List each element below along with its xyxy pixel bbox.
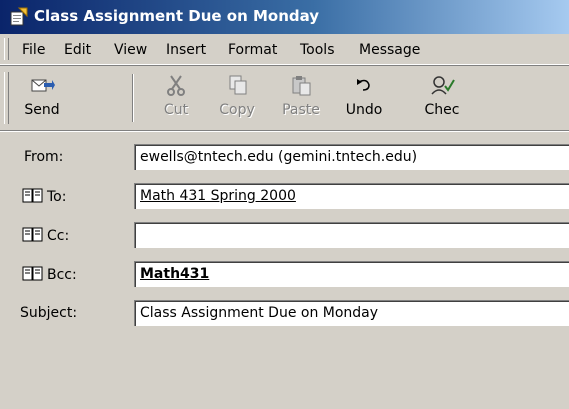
address-book-icon [22, 266, 43, 281]
bcc-value[interactable]: Math431 [140, 266, 209, 282]
bcc-field[interactable]: Math431 [134, 261, 569, 287]
message-header: From: ewells@tntech.edu (gemini.tntech.e… [0, 131, 569, 409]
menu-view[interactable]: View [114, 42, 147, 58]
to-field[interactable]: Math 431 Spring 2000 [134, 183, 569, 209]
from-value: ewells@tntech.edu (gemini.tntech.edu) [140, 149, 418, 165]
window-title: Class Assignment Due on Monday [34, 7, 320, 25]
address-book-icon [22, 227, 43, 242]
cc-label-wrap[interactable]: Cc: [22, 227, 69, 244]
toolbar: Send Cut Copy Paste Undo Chec [0, 66, 569, 131]
paste-button[interactable]: Paste [274, 74, 328, 126]
new-message-icon [10, 7, 28, 26]
bcc-label-wrap[interactable]: Bcc: [22, 266, 77, 283]
send-icon [31, 79, 55, 92]
check-names-icon [431, 76, 455, 95]
address-book-icon [22, 188, 43, 203]
undo-label: Undo [345, 102, 383, 118]
to-label: To: [47, 189, 67, 205]
check-names-button[interactable]: Chec [412, 74, 472, 126]
scissors-icon [167, 75, 185, 96]
cut-label: Cut [163, 102, 189, 118]
check-names-label: Chec [424, 102, 460, 118]
from-label: From: [24, 149, 64, 165]
window-title-bar[interactable]: Class Assignment Due on Monday [0, 0, 569, 34]
subject-field[interactable]: Class Assignment Due on Monday [134, 300, 569, 326]
copy-icon [229, 75, 247, 95]
menu-message[interactable]: Message [359, 42, 420, 58]
toolbar-grip[interactable] [4, 72, 9, 124]
menu-edit[interactable]: Edit [64, 42, 91, 58]
subject-value: Class Assignment Due on Monday [140, 305, 379, 321]
to-value[interactable]: Math 431 Spring 2000 [140, 188, 296, 204]
cc-label: Cc: [47, 228, 70, 244]
bcc-label: Bcc: [47, 267, 77, 283]
menu-grip[interactable] [4, 38, 9, 60]
menu-insert[interactable]: Insert [166, 42, 206, 58]
undo-button[interactable]: Undo [338, 74, 390, 126]
from-field[interactable]: ewells@tntech.edu (gemini.tntech.edu) [134, 144, 569, 170]
toolbar-separator [132, 74, 134, 122]
subject-label: Subject: [20, 305, 78, 321]
copy-label: Copy [219, 102, 255, 118]
send-button[interactable]: Send [14, 74, 70, 126]
menu-bar: File Edit View Insert Format Tools Messa… [0, 34, 569, 65]
copy-button[interactable]: Copy [210, 74, 264, 126]
menu-tools[interactable]: Tools [300, 42, 335, 58]
menu-format[interactable]: Format [228, 42, 277, 58]
cc-field[interactable] [134, 222, 569, 248]
cut-button[interactable]: Cut [154, 74, 198, 126]
send-label: Send [24, 102, 60, 118]
paste-label: Paste [282, 102, 320, 118]
menu-file[interactable]: File [22, 42, 45, 58]
paste-icon [292, 76, 311, 96]
undo-icon [357, 79, 370, 91]
to-label-wrap[interactable]: To: [22, 188, 66, 205]
